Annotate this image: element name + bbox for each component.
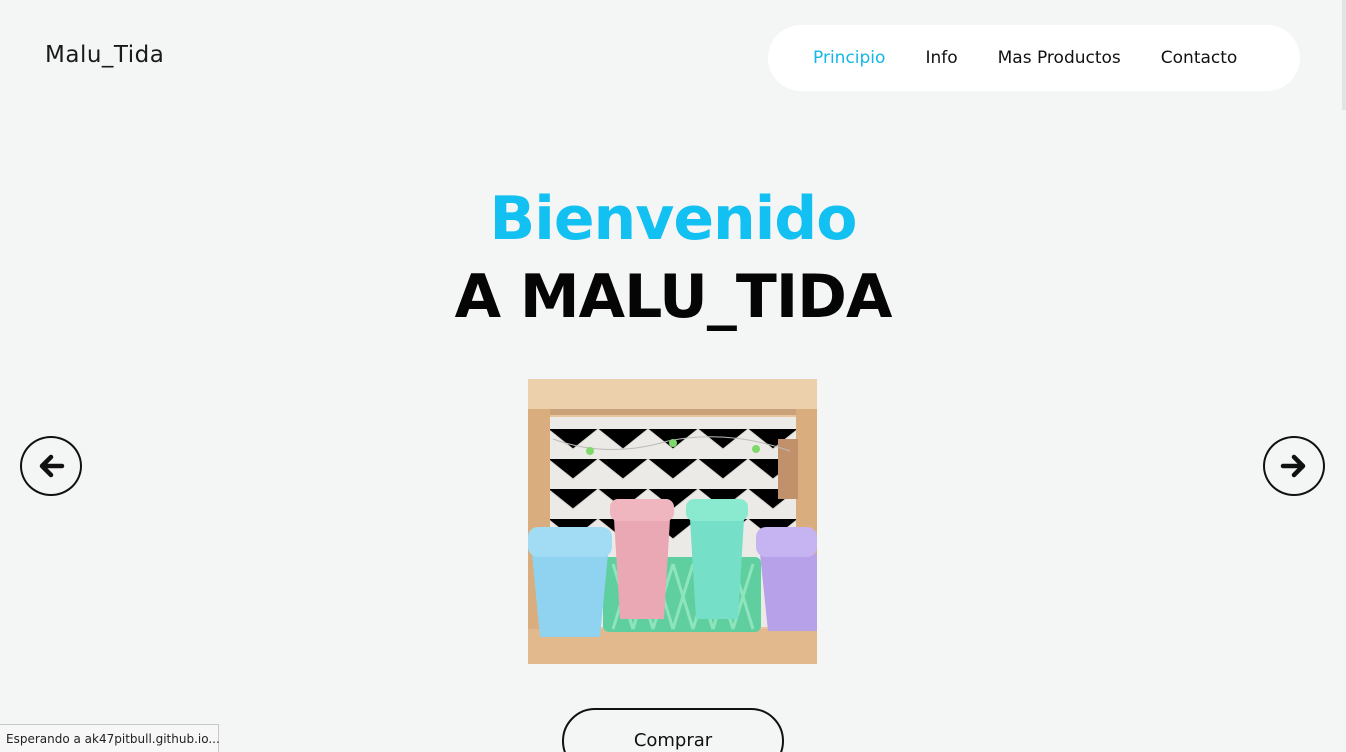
nav-item-info[interactable]: Info [925,48,957,68]
nav-item-principio[interactable]: Principio [813,48,885,68]
buy-button[interactable]: Comprar [562,708,784,752]
carousel-prev-button[interactable] [20,436,82,496]
carousel-next-button[interactable] [1263,436,1325,496]
arrow-left-icon [39,454,65,478]
hero-title: Bienvenido [489,184,858,254]
carousel-product-image [528,379,817,664]
scrollbar[interactable] [1342,0,1346,110]
hero-subtitle: A MALU_TIDA [454,262,893,332]
nav-item-mas-productos[interactable]: Mas Productos [998,48,1121,68]
nav-item-contacto[interactable]: Contacto [1161,48,1238,68]
brand-logo[interactable]: Malu_Tida [45,42,164,68]
main-nav: Principio Info Mas Productos Contacto [768,25,1300,91]
page: Malu_Tida Principio Info Mas Productos C… [0,0,1346,752]
arrow-right-icon [1280,454,1306,478]
browser-status-bar: Esperando a ak47pitbull.github.io... [0,724,220,752]
